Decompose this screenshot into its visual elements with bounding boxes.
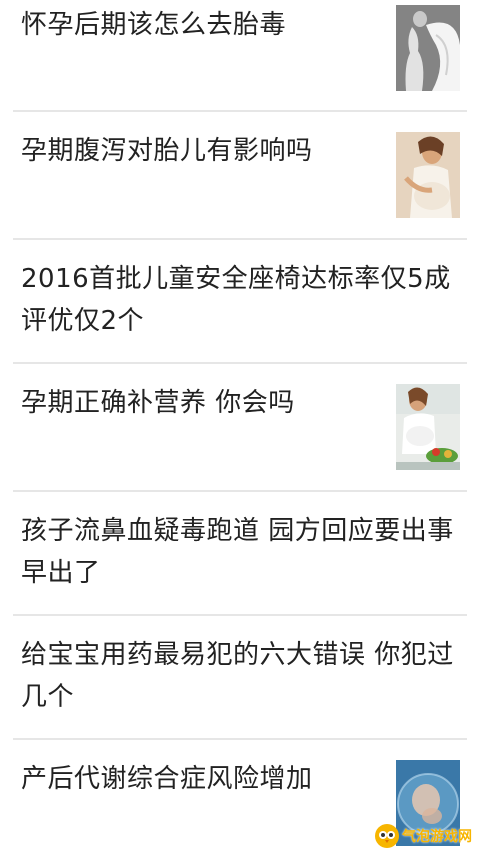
article-title[interactable]: 怀孕后期该怎么去胎毒	[21, 4, 381, 46]
article-title[interactable]: 孩子流鼻血疑毒跑道 园方回应要出事早出了	[21, 510, 461, 594]
article-item[interactable]: 孩子流鼻血疑毒跑道 园方回应要出事早出了	[13, 492, 467, 614]
watermark: 气泡游戏网	[374, 822, 472, 850]
article-title[interactable]: 产后代谢综合症风险增加	[21, 758, 381, 800]
article-thumbnail[interactable]	[396, 132, 460, 218]
article-thumbnail[interactable]	[396, 384, 460, 470]
article-title[interactable]: 给宝宝用药最易犯的六大错误 你犯过几个	[21, 634, 461, 718]
article-item[interactable]: 孕期正确补营养 你会吗	[13, 364, 467, 490]
watermark-text: 气泡游戏网	[402, 829, 472, 845]
pregnant-woman-thumbnail-icon	[396, 5, 460, 91]
article-title[interactable]: 2016首批儿童安全座椅达标率仅5成 评优仅2个	[21, 258, 461, 342]
article-title[interactable]: 孕期腹泻对胎儿有影响吗	[21, 130, 381, 172]
article-item[interactable]: 给宝宝用药最易犯的六大错误 你犯过几个	[13, 616, 467, 738]
article-title[interactable]: 孕期正确补营养 你会吗	[21, 382, 381, 424]
pregnant-woman-thumbnail-icon	[396, 132, 460, 218]
pregnant-woman-vegetables-icon	[396, 384, 460, 470]
owl-logo-icon	[375, 824, 399, 848]
article-thumbnail[interactable]	[396, 5, 460, 91]
article-item[interactable]: 孕期腹泻对胎儿有影响吗	[13, 112, 467, 238]
article-item[interactable]: 怀孕后期该怎么去胎毒	[13, 0, 467, 110]
article-item[interactable]: 2016首批儿童安全座椅达标率仅5成 评优仅2个	[13, 240, 467, 362]
